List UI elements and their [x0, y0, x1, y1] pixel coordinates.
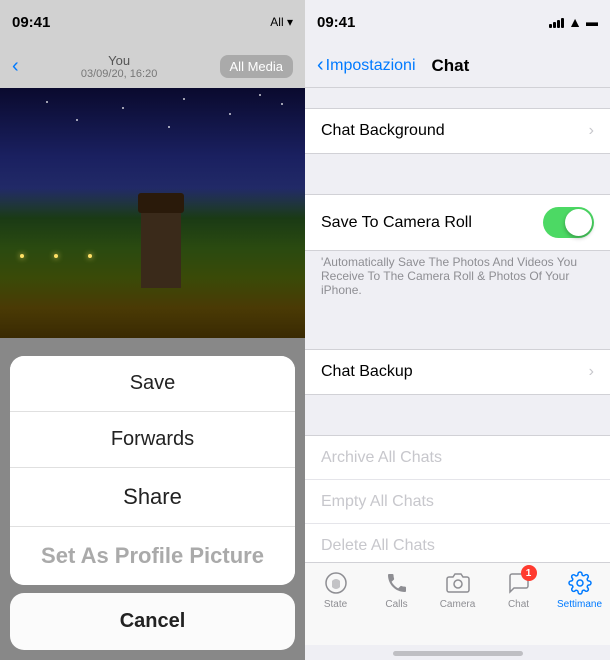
- chat-background-right: ›: [589, 122, 594, 140]
- all-indicator: All ▾: [270, 15, 293, 29]
- left-time: 09:41: [12, 14, 50, 31]
- back-to-settings[interactable]: ‹ Impostazioni: [317, 54, 416, 77]
- share-action[interactable]: Share: [10, 468, 295, 527]
- chat-background-chevron-icon: ›: [589, 122, 594, 140]
- signal-icons: ▲ ▬: [549, 14, 598, 30]
- all-media-button[interactable]: All Media: [220, 55, 293, 78]
- page-title: Chat: [432, 56, 470, 76]
- chat-tab-icon: 1: [505, 569, 533, 597]
- state-tab-label: State: [324, 599, 347, 610]
- tower-element: [141, 208, 181, 288]
- camera-roll-description: 'Automatically Save The Photos And Video…: [305, 251, 610, 309]
- battery-icon: ▬: [586, 15, 598, 29]
- chat-background-label: Chat Background: [321, 122, 445, 140]
- tab-bar: State Calls Camera: [305, 562, 610, 645]
- state-tab-icon: [322, 569, 350, 597]
- tab-chat[interactable]: 1 Chat: [488, 569, 549, 610]
- chat-badge: 1: [521, 565, 537, 581]
- settings-content: Chat Background › Save To Camera Roll 'A…: [305, 88, 610, 562]
- left-header-info: You 03/09/20, 16:20: [81, 53, 157, 80]
- action-sheet-main: Save Forwards Share Set As Profile Pictu…: [10, 356, 295, 585]
- save-camera-roll-right: [543, 207, 594, 238]
- set-profile-action[interactable]: Set As Profile Picture: [10, 527, 295, 585]
- chat-backup-row[interactable]: Chat Backup ›: [305, 350, 610, 394]
- archive-all-row: Archive All Chats: [305, 436, 610, 480]
- tab-settings[interactable]: Settimane: [549, 569, 610, 610]
- wifi-icon: ▲: [568, 14, 582, 30]
- section-gap-3: [305, 395, 610, 415]
- left-header: ‹ You 03/09/20, 16:20 All Media: [0, 44, 305, 88]
- chat-backup-label: Chat Backup: [321, 363, 413, 381]
- back-chevron-icon: ‹: [317, 54, 324, 77]
- camera-tab-label: Camera: [440, 599, 476, 610]
- tab-state[interactable]: State: [305, 569, 366, 610]
- section-gap-2: [305, 309, 610, 329]
- section-background: Chat Background ›: [305, 108, 610, 154]
- calls-tab-label: Calls: [385, 599, 407, 610]
- left-status-bar: 09:41 All ▾: [0, 0, 305, 44]
- calls-tab-icon: [383, 569, 411, 597]
- forward-action[interactable]: Forwards: [10, 412, 295, 468]
- chat-backup-chevron-icon: ›: [589, 363, 594, 381]
- section-gap-1: [305, 154, 610, 174]
- right-header: ‹ Impostazioni Chat: [305, 44, 610, 88]
- left-panel: 09:41 All ▾ ‹ You 03/09/20, 16:20 All Me…: [0, 0, 305, 660]
- right-time: 09:41: [317, 14, 355, 31]
- toggle-knob: [565, 209, 592, 236]
- settings-tab-icon: [566, 569, 594, 597]
- section-backup: Chat Backup ›: [305, 349, 610, 395]
- right-panel: 09:41 ▲ ▬ ‹ Impostazioni Chat Chat Backg…: [305, 0, 610, 660]
- cancel-action[interactable]: Cancel: [10, 593, 295, 650]
- save-camera-roll-label: Save To Camera Roll: [321, 214, 472, 232]
- action-sheet: Save Forwards Share Set As Profile Pictu…: [10, 356, 295, 660]
- tab-camera[interactable]: Camera: [427, 569, 488, 610]
- camera-tab-icon: [444, 569, 472, 597]
- save-camera-roll-row[interactable]: Save To Camera Roll: [305, 195, 610, 250]
- empty-all-label: Empty All Chats: [321, 493, 434, 511]
- home-indicator: [393, 651, 523, 656]
- delete-all-row: Delete All Chats: [305, 524, 610, 562]
- section-camera-roll: Save To Camera Roll: [305, 194, 610, 251]
- archive-all-label: Archive All Chats: [321, 449, 442, 467]
- left-back-button[interactable]: ‹: [12, 55, 19, 78]
- left-status-icons: All ▾: [270, 15, 293, 29]
- cell-signal-icon: [549, 16, 564, 28]
- empty-all-row: Empty All Chats: [305, 480, 610, 524]
- right-status-bar: 09:41 ▲ ▬: [305, 0, 610, 44]
- lights-decoration: [20, 254, 92, 258]
- chat-tab-label: Chat: [508, 599, 529, 610]
- chat-background-row[interactable]: Chat Background ›: [305, 109, 610, 153]
- photo-view: [0, 88, 305, 338]
- left-header-date: 03/09/20, 16:20: [81, 68, 157, 80]
- tab-calls[interactable]: Calls: [366, 569, 427, 610]
- save-camera-roll-toggle[interactable]: [543, 207, 594, 238]
- delete-all-label: Delete All Chats: [321, 537, 435, 555]
- left-header-you: You: [81, 53, 157, 68]
- section-danger: Archive All Chats Empty All Chats Delete…: [305, 435, 610, 562]
- save-action[interactable]: Save: [10, 356, 295, 412]
- settings-tab-label: Settimane: [557, 599, 602, 610]
- chat-backup-right: ›: [589, 363, 594, 381]
- back-label: Impostazioni: [326, 57, 416, 75]
